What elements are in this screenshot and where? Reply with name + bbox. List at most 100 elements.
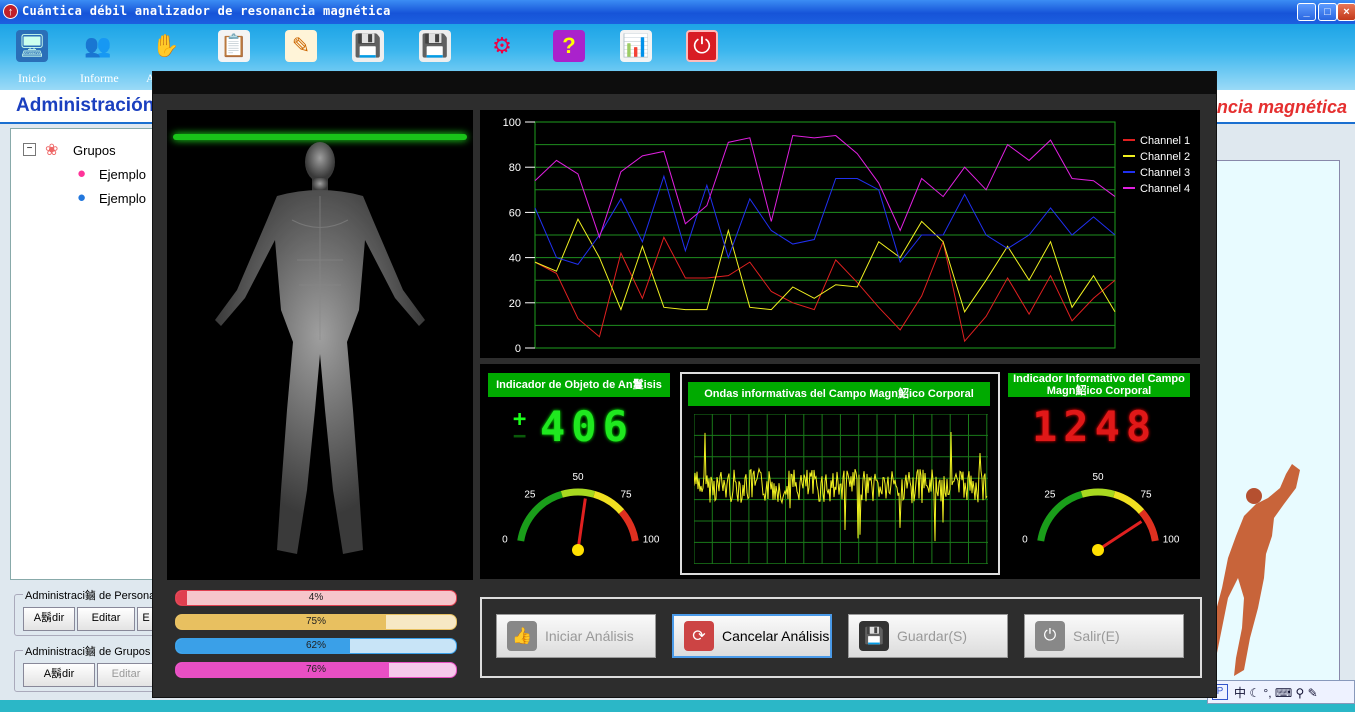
close-button[interactable]: ×	[1337, 3, 1355, 21]
wave-plot	[694, 414, 988, 564]
add-group-button[interactable]: A鬍dir	[23, 663, 95, 687]
tool-report[interactable]: 📊	[620, 30, 654, 64]
export-disk-icon: 💾	[419, 30, 451, 62]
tree-collapse-toggle[interactable]: −	[23, 143, 36, 156]
gears-icon: ⚙	[492, 33, 512, 58]
progress-label-4: 76%	[305, 664, 326, 675]
tool-inicio[interactable]: 🖥	[16, 30, 50, 64]
tool-import[interactable]: 💾	[352, 30, 386, 64]
gauge-hub	[1092, 544, 1104, 556]
person-male-icon: ●	[77, 189, 87, 206]
progress-bar-3: 62%	[175, 638, 457, 654]
minus-sign: −	[513, 424, 533, 449]
object-gauge: 0 25 50 75 100	[502, 472, 660, 556]
gauge-arc-segment	[618, 509, 639, 542]
import-disk-icon: 💾	[352, 30, 384, 62]
report-person-icon: 📊	[620, 30, 652, 62]
ime-chars[interactable]: 中 ☾ °, ⌨ ⚲ ✎	[1234, 684, 1318, 701]
app-icon: ↑	[3, 4, 18, 19]
tool-power[interactable]: ⏻	[686, 30, 720, 64]
chart-y-ticks: 0 20 40 60 80 100	[503, 117, 535, 355]
chart-grid	[534, 121, 1116, 349]
personas-groupbox: Administraci鏀 de Persona A鬍dir Editar E	[14, 587, 158, 636]
add-person-button[interactable]: A鬍dir	[23, 607, 75, 631]
save-label: Guardar(S)	[897, 628, 968, 644]
object-indicator-value: 406	[540, 402, 634, 451]
start-analysis-label: Iniciar Análisis	[545, 628, 634, 644]
gauge-tick-label: 100	[1163, 534, 1180, 545]
body-scan-panel	[167, 110, 473, 580]
edit-group-button[interactable]: Editar	[97, 663, 155, 687]
tool-informe[interactable]: 👥	[82, 30, 116, 64]
field-indicator-label: Indicador Informativo del Campo Magn鮉ico…	[1008, 373, 1190, 397]
edit-person-button[interactable]: Editar	[77, 607, 135, 631]
tree-item-2[interactable]: Ejemplo	[99, 191, 146, 206]
power-icon: ⏻	[686, 30, 718, 62]
progress-fill-1	[176, 591, 188, 605]
tree-root[interactable]: Grupos	[73, 143, 116, 158]
people-icon: 👥	[84, 33, 112, 58]
tree-item-1[interactable]: Ejemplo	[99, 167, 146, 182]
action-button-panel: 👍 Iniciar Análisis ⟳ Cancelar Análisis 💾…	[480, 597, 1202, 678]
y-tick-label: 0	[515, 343, 521, 355]
tool-help[interactable]: ?	[553, 30, 587, 64]
gauge-tick-label: 50	[572, 472, 584, 483]
y-tick-label: 60	[509, 207, 521, 219]
gauge-needle	[1097, 520, 1143, 552]
window-titlebar: ↑ Cuántica débil analizador de resonanci…	[0, 0, 1355, 24]
progress-bar-4: 76%	[175, 662, 457, 678]
gauge-needle	[576, 498, 587, 551]
tool-clipboard[interactable]: 📋	[218, 30, 252, 64]
field-indicator-value: 1248	[1032, 402, 1158, 451]
progress-label-2: 75%	[305, 616, 326, 627]
document-edit-icon: ✎	[285, 30, 317, 62]
chart-series	[534, 135, 1116, 343]
tool-export[interactable]: 💾	[419, 30, 453, 64]
dialog-header-strip	[153, 72, 1216, 94]
start-analysis-button[interactable]: 👍 Iniciar Análisis	[496, 614, 656, 658]
gauge-tick-label: 0	[502, 534, 508, 545]
person-female-icon: ●	[77, 165, 87, 182]
tool-settings[interactable]: ⚙	[486, 30, 520, 64]
refresh-cancel-icon: ⟳	[684, 621, 714, 651]
y-tick-label: 20	[509, 298, 521, 310]
group-tree: − ❀ Grupos ● Ejemplo ● Ejemplo	[10, 128, 157, 580]
analysis-dialog: 0 20 40 60 80 100 Channel 1 Channel 2 Channel 3…	[152, 71, 1217, 698]
help-book-icon: ?	[553, 30, 585, 62]
minimize-button[interactable]: _	[1297, 3, 1316, 21]
save-disk-icon: 💾	[859, 621, 889, 651]
y-tick-label: 100	[503, 117, 521, 129]
grupos-groupbox: Administraci鏀 de Grupos A鬍dir Editar	[14, 643, 156, 692]
exit-label: Salir(E)	[1073, 628, 1120, 644]
gauge-hub	[572, 544, 584, 556]
save-button[interactable]: 💾 Guardar(S)	[848, 614, 1008, 658]
gauge-tick-label: 75	[620, 490, 632, 501]
gauge-tick-label: 25	[524, 490, 536, 501]
tool-hand[interactable]: ✋	[150, 30, 184, 64]
channel-chart-panel: 0 20 40 60 80 100 Channel 1 Channel 2 Channel 3…	[480, 110, 1200, 358]
gauge-tick-label: 50	[1092, 472, 1104, 483]
field-gauge: 0 25 50 75 100	[1022, 472, 1180, 556]
exit-button[interactable]: ⏻ Salir(E)	[1024, 614, 1184, 658]
indicator-panel: Indicador de Objeto de An鬘isis + − 406 0…	[480, 364, 1200, 579]
wave-panel: Ondas informativas del Campo Magn鮉ico Co…	[680, 372, 1000, 575]
thumbs-up-icon: 👍	[507, 621, 537, 651]
maximize-button[interactable]: □	[1318, 3, 1337, 21]
y-tick-label: 40	[509, 253, 521, 265]
computer-icon: 🖥	[16, 30, 48, 62]
clipboard-chart-icon: 📋	[218, 30, 250, 62]
y-tick-label: 80	[509, 162, 521, 174]
status-strip	[0, 700, 1355, 712]
cancel-analysis-button[interactable]: ⟳ Cancelar Análisis	[672, 614, 832, 658]
window-title: Cuántica débil analizador de resonancia …	[22, 4, 391, 18]
channel-line-chart: 0 20 40 60 80 100 Channel 1 Channel 2 Channel 3…	[503, 117, 1191, 355]
progress-fill-2	[176, 615, 386, 629]
gauge-arc-segment	[1080, 488, 1116, 498]
tool-label-inicio: Inicio	[18, 71, 46, 85]
progress-label-3: 62%	[305, 640, 326, 651]
legend-label-2: Channel 2	[1140, 151, 1190, 163]
tool-edit[interactable]: ✎	[285, 30, 319, 64]
body-xray-image	[215, 142, 425, 554]
series-line-4	[534, 135, 1116, 239]
gauge-arc-segment	[517, 490, 563, 542]
